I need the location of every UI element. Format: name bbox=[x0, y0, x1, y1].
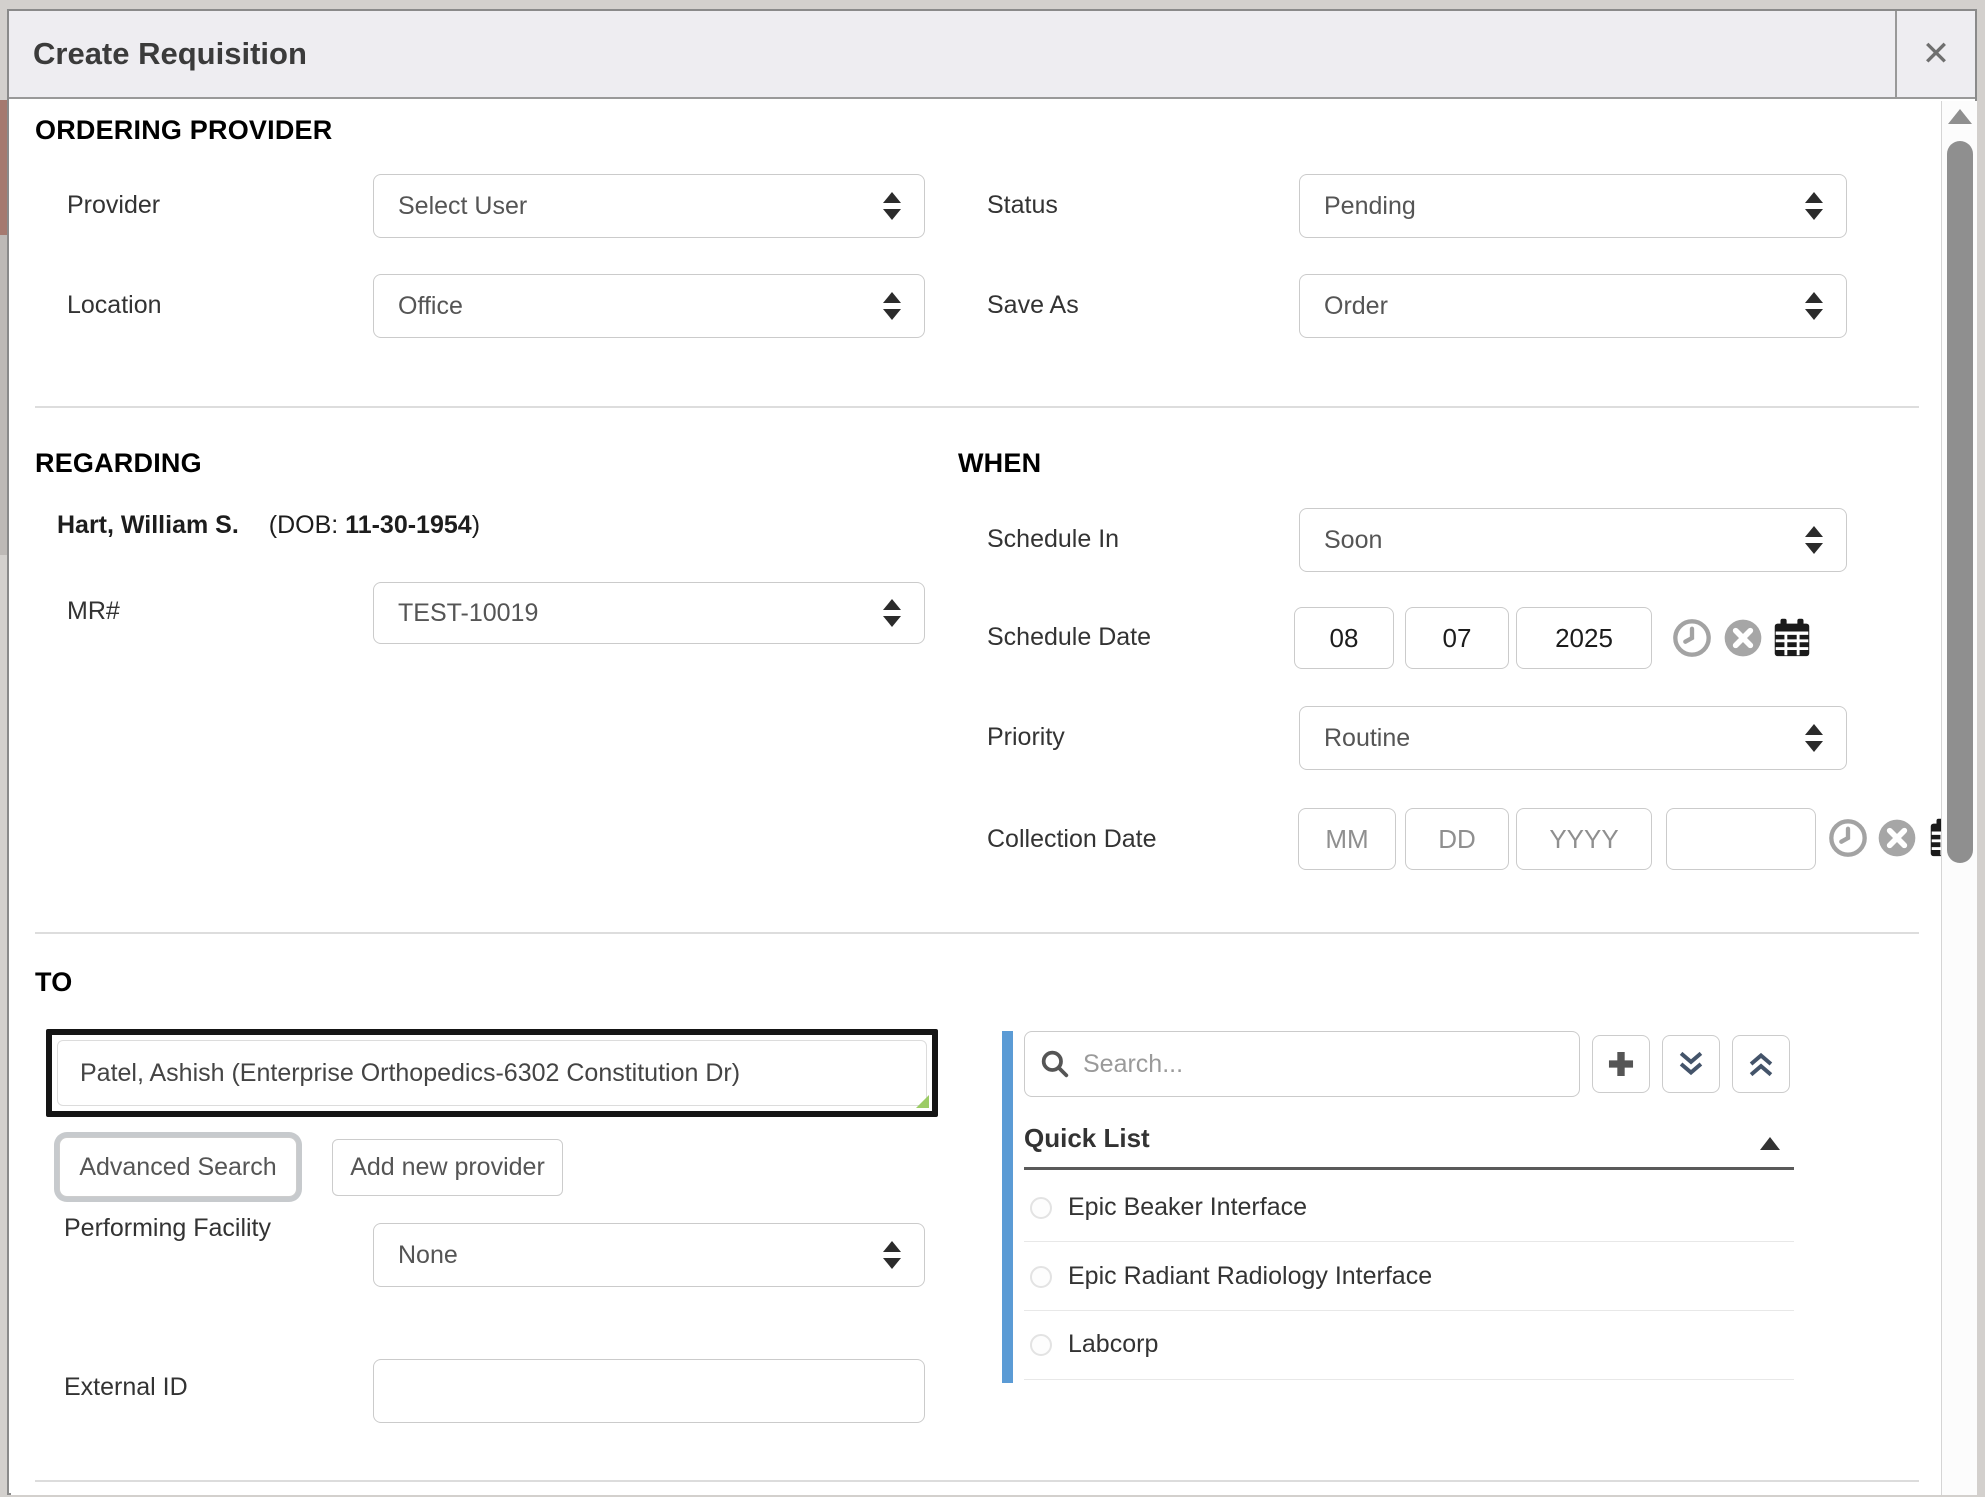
save-as-label: Save As bbox=[987, 291, 1079, 320]
scrollbar-thumb[interactable] bbox=[1947, 141, 1973, 863]
chevron-double-down-icon bbox=[1674, 1047, 1708, 1081]
scroll-up-arrow-icon[interactable] bbox=[1948, 109, 1972, 124]
radio-button[interactable] bbox=[1030, 1334, 1052, 1356]
scrollbar[interactable] bbox=[1941, 101, 1977, 1495]
provider-label: Provider bbox=[67, 191, 160, 220]
regarding-heading: REGARDING bbox=[35, 448, 202, 479]
double-chevron-up-button[interactable] bbox=[1732, 1035, 1790, 1093]
quick-list-item[interactable]: Epic Beaker Interface bbox=[1068, 1193, 1307, 1222]
collection-date-day-input[interactable] bbox=[1405, 808, 1509, 870]
background-fragment bbox=[0, 235, 7, 555]
advanced-search-button[interactable]: Advanced Search bbox=[59, 1137, 297, 1197]
divider bbox=[35, 932, 1919, 934]
plus-icon bbox=[1604, 1047, 1638, 1081]
updown-arrows-icon bbox=[882, 599, 902, 627]
radio-button[interactable] bbox=[1030, 1197, 1052, 1219]
create-requisition-dialog: Create Requisition ✕ ORDERING PROVIDER P… bbox=[7, 9, 1977, 1495]
quick-list-underline bbox=[1024, 1167, 1794, 1170]
save-as-select[interactable]: Order bbox=[1299, 274, 1847, 338]
collapse-quick-list-icon[interactable] bbox=[1760, 1137, 1780, 1150]
clock-icon[interactable] bbox=[1828, 818, 1868, 858]
calendar-icon[interactable] bbox=[1769, 613, 1815, 661]
updown-arrows-icon bbox=[1804, 526, 1824, 554]
recipient-selection-highlight: Patel, Ashish (Enterprise Orthopedics-63… bbox=[46, 1029, 938, 1117]
schedule-date-year-input[interactable] bbox=[1516, 607, 1652, 669]
schedule-in-select[interactable]: Soon bbox=[1299, 508, 1847, 572]
dob-prefix: (DOB: bbox=[269, 511, 345, 539]
schedule-date-label: Schedule Date bbox=[987, 623, 1151, 652]
updown-arrows-icon bbox=[1804, 292, 1824, 320]
directory-search bbox=[1024, 1031, 1580, 1097]
clock-icon[interactable] bbox=[1672, 618, 1712, 658]
divider bbox=[35, 1480, 1919, 1482]
to-heading: TO bbox=[35, 967, 72, 998]
status-select[interactable]: Pending bbox=[1299, 174, 1847, 238]
priority-select[interactable]: Routine bbox=[1299, 706, 1847, 770]
location-label: Location bbox=[67, 291, 162, 320]
provider-select[interactable]: Select User bbox=[373, 174, 925, 238]
add-new-provider-button[interactable]: Add new provider bbox=[332, 1139, 563, 1196]
updown-arrows-icon bbox=[1804, 192, 1824, 220]
location-select[interactable]: Office bbox=[373, 274, 925, 338]
updown-arrows-icon bbox=[1804, 724, 1824, 752]
schedule-date-month-input[interactable] bbox=[1294, 607, 1394, 669]
mr-select[interactable]: TEST-10019 bbox=[373, 582, 925, 644]
patient-name: Hart, William S. bbox=[57, 511, 239, 539]
divider bbox=[1024, 1241, 1794, 1242]
chevron-double-up-icon bbox=[1744, 1047, 1778, 1081]
background-fragment bbox=[0, 100, 7, 235]
divider bbox=[1024, 1379, 1794, 1380]
close-button[interactable]: ✕ bbox=[1895, 11, 1975, 97]
collection-date-year-input[interactable] bbox=[1516, 808, 1652, 870]
double-chevron-down-button[interactable] bbox=[1662, 1035, 1720, 1093]
when-heading: WHEN bbox=[958, 448, 1041, 479]
accent-bar bbox=[1002, 1031, 1013, 1383]
external-id-label: External ID bbox=[64, 1373, 188, 1402]
search-input[interactable] bbox=[1081, 1049, 1565, 1080]
collection-date-label: Collection Date bbox=[987, 825, 1157, 854]
updown-arrows-icon bbox=[882, 1241, 902, 1269]
performing-facility-label: Performing Facility bbox=[64, 1205, 304, 1251]
divider bbox=[35, 406, 1919, 408]
radio-button[interactable] bbox=[1030, 1266, 1052, 1288]
updown-arrows-icon bbox=[882, 292, 902, 320]
schedule-in-label: Schedule In bbox=[987, 525, 1119, 554]
schedule-date-day-input[interactable] bbox=[1405, 607, 1509, 669]
updown-arrows-icon bbox=[882, 192, 902, 220]
status-label: Status bbox=[987, 191, 1058, 220]
search-icon bbox=[1039, 1048, 1071, 1080]
dialog-titlebar: Create Requisition ✕ bbox=[9, 11, 1975, 99]
performing-facility-select[interactable]: None bbox=[373, 1223, 925, 1287]
quick-list-item[interactable]: Epic Radiant Radiology Interface bbox=[1068, 1262, 1432, 1291]
collection-date-month-input[interactable] bbox=[1298, 808, 1396, 870]
close-icon: ✕ bbox=[1922, 34, 1951, 74]
dob-suffix: ) bbox=[472, 511, 480, 539]
quick-list-heading: Quick List bbox=[1024, 1123, 1150, 1154]
dialog-content: ORDERING PROVIDER Provider Select User L… bbox=[11, 101, 1977, 1495]
priority-label: Priority bbox=[987, 723, 1065, 752]
ordering-provider-heading: ORDERING PROVIDER bbox=[35, 115, 332, 146]
collection-time-input[interactable] bbox=[1666, 808, 1816, 870]
clear-icon[interactable] bbox=[1877, 818, 1917, 858]
recipient-combobox[interactable]: Patel, Ashish (Enterprise Orthopedics-63… bbox=[57, 1040, 927, 1106]
external-id-input[interactable] bbox=[373, 1359, 925, 1423]
dialog-title: Create Requisition bbox=[33, 11, 307, 97]
mr-label: MR# bbox=[67, 597, 120, 626]
quick-list-item[interactable]: Labcorp bbox=[1068, 1330, 1158, 1359]
clear-icon[interactable] bbox=[1723, 618, 1763, 658]
patient-summary: Hart, William S. (DOB: 11-30-1954) bbox=[57, 511, 480, 540]
resize-handle-icon[interactable] bbox=[916, 1095, 929, 1108]
divider bbox=[1024, 1310, 1794, 1311]
add-button[interactable] bbox=[1592, 1035, 1650, 1093]
patient-dob: 11-30-1954 bbox=[345, 511, 472, 539]
